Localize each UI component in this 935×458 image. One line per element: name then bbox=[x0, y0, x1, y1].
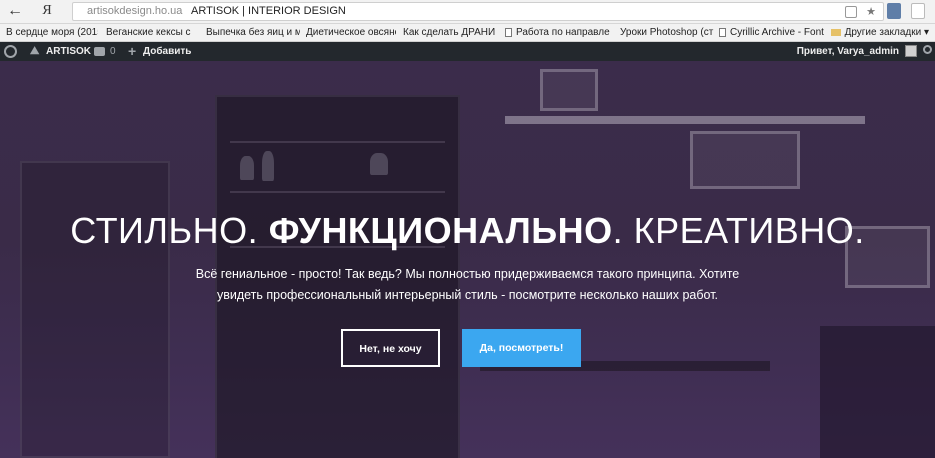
back-arrow-icon[interactable]: ← bbox=[6, 2, 24, 20]
bookmark-item[interactable]: Диетическое овсяно bbox=[306, 24, 396, 41]
bookmark-item[interactable]: Уроки Photoshop (ст bbox=[620, 24, 715, 41]
url-host: artisokdesign.ho.ua bbox=[87, 5, 183, 17]
background-chair-shape bbox=[820, 326, 935, 458]
address-bar[interactable]: artisokdesign.ho.ua ARTISOK | INTERIOR D… bbox=[72, 2, 884, 21]
account-greeting[interactable]: Привет, Varya_admin bbox=[797, 42, 899, 61]
site-settings-icon[interactable] bbox=[845, 6, 857, 18]
background-frame-shape bbox=[540, 69, 598, 111]
add-new-link[interactable]: Добавить bbox=[143, 42, 191, 61]
mail-extension-icon[interactable] bbox=[886, 3, 901, 19]
plus-icon[interactable]: + bbox=[128, 42, 136, 61]
extension-icons bbox=[881, 3, 925, 21]
hero-heading: СТИЛЬНО. ФУНКЦИОНАЛЬНО. КРЕАТИВНО. bbox=[70, 210, 865, 251]
background-frame-shape bbox=[690, 131, 800, 189]
decline-button[interactable]: Нет, не хочу bbox=[341, 329, 440, 367]
background-shelf-line bbox=[230, 141, 445, 143]
page-title: ARTISOK | INTERIOR DESIGN bbox=[191, 5, 346, 17]
bookmark-item[interactable]: Cyrillic Archive - Font bbox=[719, 24, 831, 41]
comments-count[interactable]: 0 bbox=[110, 42, 116, 61]
bookmark-item[interactable]: Как сделать ДРАНИ bbox=[403, 24, 495, 41]
bookmark-item[interactable]: Работа по направле bbox=[505, 24, 613, 41]
background-vase-shape bbox=[262, 151, 274, 181]
background-shelf-line bbox=[230, 191, 445, 193]
avatar[interactable] bbox=[905, 45, 917, 57]
bookmark-item[interactable]: Веганские кексы с я bbox=[106, 24, 192, 41]
background-vase-shape bbox=[240, 156, 254, 180]
hero-section: СТИЛЬНО. ФУНКЦИОНАЛЬНО. КРЕАТИВНО. Всё г… bbox=[0, 61, 935, 458]
browser-toolbar: ← Я artisokdesign.ho.ua ARTISOK | INTERI… bbox=[0, 0, 935, 24]
page-icon bbox=[719, 27, 726, 37]
wordpress-logo-icon[interactable] bbox=[4, 45, 17, 58]
hero-description: Всё гениальное - просто! Так ведь? Мы по… bbox=[195, 267, 740, 302]
site-name-link[interactable]: ARTISOK bbox=[46, 42, 91, 61]
comments-icon[interactable] bbox=[94, 47, 105, 56]
background-vase-shape bbox=[370, 153, 388, 175]
star-icon[interactable]: ★ bbox=[865, 6, 877, 18]
wp-admin-bar: ⛰ ARTISOK 0 + Добавить Привет, Varya_adm… bbox=[0, 42, 935, 61]
page-icon bbox=[505, 27, 512, 37]
background-door-shape bbox=[20, 161, 170, 458]
bookmark-item[interactable]: В сердце моря (2015 bbox=[6, 24, 98, 41]
yandex-button[interactable]: Я bbox=[38, 2, 56, 20]
view-works-button[interactable]: Да, посмотреть! bbox=[462, 329, 581, 367]
other-bookmarks[interactable]: Другие закладки ▾ bbox=[830, 24, 929, 41]
dashboard-icon: ⛰ bbox=[30, 45, 40, 57]
search-icon[interactable] bbox=[923, 45, 932, 54]
bookmark-item[interactable]: Выпечка без яиц и м bbox=[206, 24, 300, 41]
folder-icon bbox=[830, 28, 841, 36]
background-wall-shelf bbox=[505, 116, 865, 124]
document-extension-icon[interactable] bbox=[911, 3, 925, 19]
bookmarks-bar: В сердце моря (2015 Веганские кексы с я … bbox=[0, 24, 935, 42]
